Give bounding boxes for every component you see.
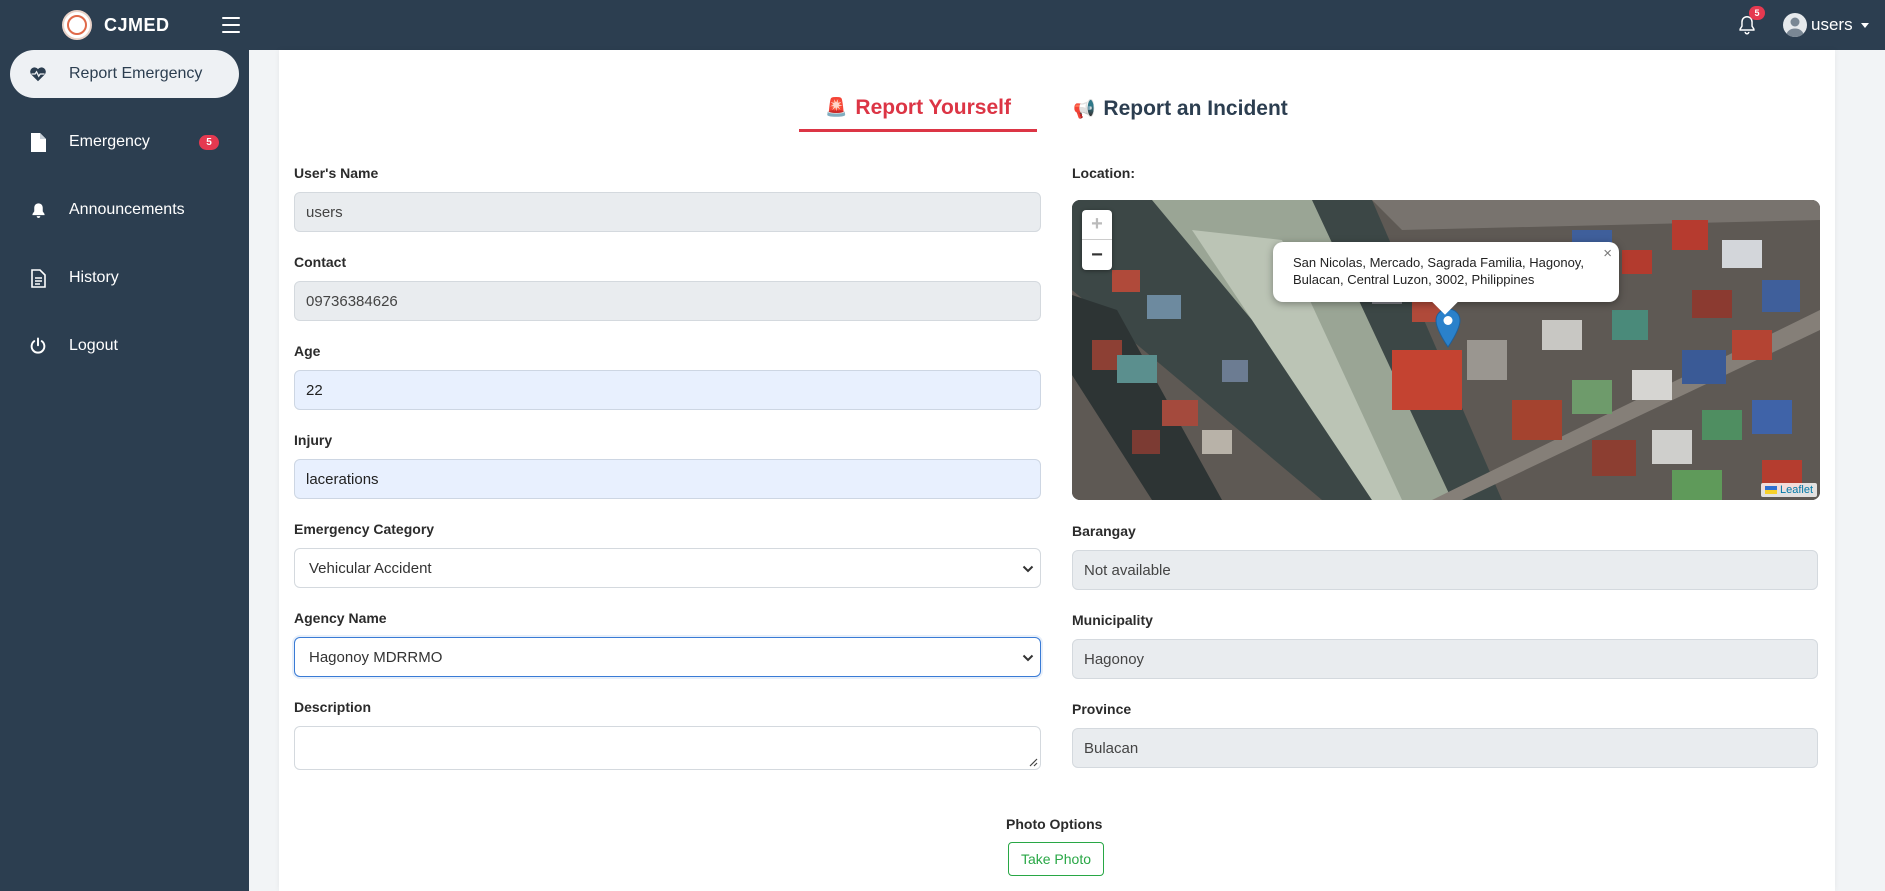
file-icon <box>28 132 48 152</box>
tab-label: Report an Incident <box>1103 97 1288 120</box>
contact-field[interactable] <box>294 281 1041 321</box>
user-menu-dropdown[interactable]: users <box>1783 13 1869 37</box>
sidebar-item-label: Logout <box>69 337 118 354</box>
selected-agency: Hagonoy MDRRMO <box>309 648 443 666</box>
sidebar-item-label: Emergency <box>69 133 150 150</box>
sidebar-item-announcements[interactable]: Announcements <box>10 186 239 234</box>
barangay-field[interactable] <box>1072 550 1818 590</box>
age-label: Age <box>294 343 321 359</box>
emergency-count-badge: 5 <box>199 135 219 150</box>
resize-handle-icon[interactable] <box>1028 757 1038 767</box>
users-name-field[interactable] <box>294 192 1041 232</box>
location-map[interactable]: + − San Nicolas, Mercado, Sagrada Famili… <box>1072 200 1820 500</box>
sidebar-item-label: History <box>69 269 119 286</box>
injury-label: Injury <box>294 432 333 448</box>
injury-field[interactable] <box>294 459 1041 499</box>
agency-name-select[interactable]: Hagonoy MDRRMO <box>294 637 1041 677</box>
emergency-category-select[interactable]: Vehicular Accident <box>294 548 1041 588</box>
chevron-down-icon <box>1022 565 1034 573</box>
cjmed-logo[interactable] <box>62 10 92 40</box>
user-name-label: users <box>1811 15 1853 34</box>
map-pin-icon[interactable] <box>1434 308 1462 348</box>
sidebar-item-logout[interactable]: Logout <box>10 322 239 370</box>
sidebar-item-emergency[interactable]: Emergency 5 <box>10 118 239 166</box>
zoom-out-button[interactable]: − <box>1082 240 1112 270</box>
description-textarea[interactable] <box>294 726 1041 770</box>
sidebar-item-report-emergency[interactable]: Report Emergency <box>10 50 239 98</box>
location-popup: San Nicolas, Mercado, Sagrada Familia, H… <box>1273 242 1619 315</box>
age-field[interactable] <box>294 370 1041 410</box>
top-navbar: CJMED <box>0 0 1885 50</box>
chevron-down-icon <box>1022 654 1034 662</box>
bell-icon <box>28 200 48 220</box>
report-form-card: 🚨 Report Yourself 📢 Report an Incident U… <box>279 50 1835 891</box>
menu-toggle-icon[interactable] <box>221 17 240 33</box>
photo-options-label: Photo Options <box>1006 816 1103 832</box>
sidebar-item-label: Announcements <box>69 201 185 218</box>
tab-report-yourself[interactable]: 🚨 Report Yourself <box>799 86 1037 132</box>
siren-icon: 🚨 <box>824 97 848 117</box>
map-zoom-control: + − <box>1082 210 1112 270</box>
sidebar: Report Emergency Emergency 5 Announcemen… <box>0 50 249 891</box>
sidebar-item-history[interactable]: History <box>10 254 239 302</box>
municipality-field[interactable] <box>1072 639 1818 679</box>
close-icon[interactable]: × <box>1603 245 1612 262</box>
province-field[interactable] <box>1072 728 1818 768</box>
province-label: Province <box>1072 701 1132 717</box>
brand-name[interactable]: CJMED <box>104 15 170 36</box>
leaflet-attribution-link[interactable]: Leaflet <box>1760 483 1817 497</box>
contact-label: Contact <box>294 254 347 270</box>
description-label: Description <box>294 699 372 715</box>
notification-count-badge: 5 <box>1749 6 1765 20</box>
popup-address: San Nicolas, Mercado, Sagrada Familia, H… <box>1293 255 1584 287</box>
tab-report-incident[interactable]: 📢 Report an Incident <box>1073 86 1288 132</box>
take-photo-button[interactable]: Take Photo <box>1008 842 1104 876</box>
tab-label: Report Yourself <box>855 95 1011 119</box>
chevron-down-icon <box>1860 22 1869 28</box>
megaphone-icon: 📢 <box>1073 98 1096 119</box>
sidebar-item-label: Report Emergency <box>69 65 203 82</box>
agency-name-label: Agency Name <box>294 610 387 626</box>
power-icon <box>28 336 48 356</box>
location-label: Location: <box>1072 165 1135 181</box>
zoom-in-button[interactable]: + <box>1082 210 1112 240</box>
document-icon <box>28 268 48 288</box>
user-avatar-icon <box>1783 13 1807 37</box>
selected-category: Vehicular Accident <box>309 559 432 577</box>
heartbeat-icon <box>28 64 48 84</box>
ukraine-flag-icon <box>1764 486 1777 494</box>
municipality-label: Municipality <box>1072 612 1153 628</box>
barangay-label: Barangay <box>1072 523 1136 539</box>
users-name-label: User's Name <box>294 165 379 181</box>
emergency-category-label: Emergency Category <box>294 521 435 537</box>
